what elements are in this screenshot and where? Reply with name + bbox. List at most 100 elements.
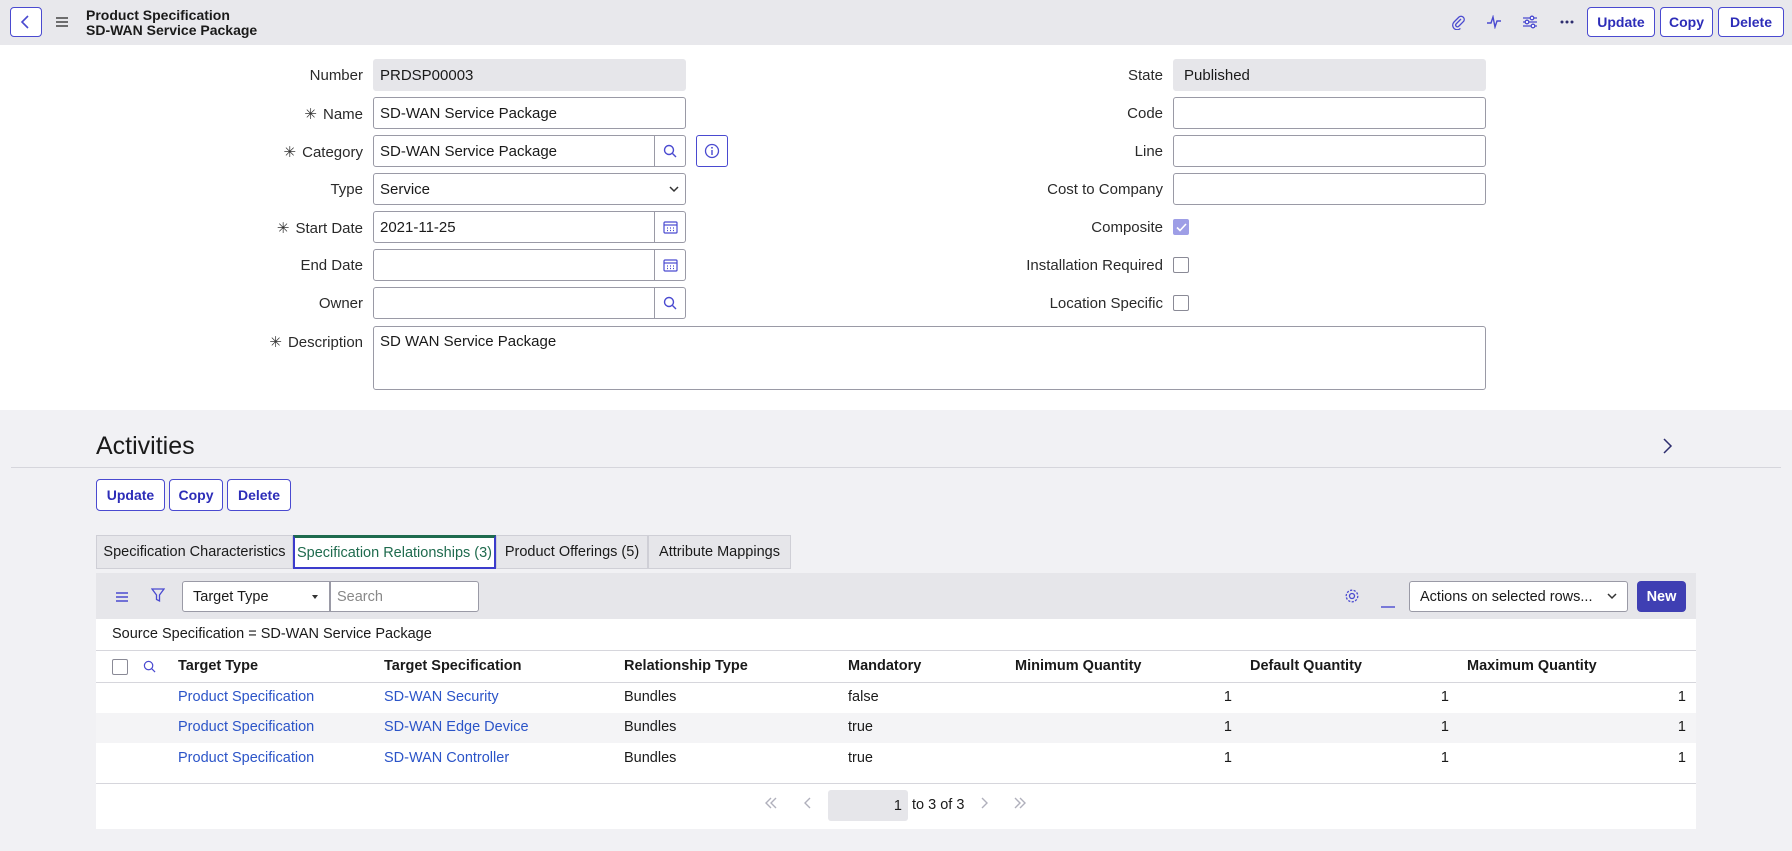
activity-pulse-icon[interactable]: [1484, 12, 1504, 32]
search-field-select[interactable]: Target Type: [182, 581, 330, 612]
activities-heading: Activities: [96, 432, 195, 460]
owner-input[interactable]: [373, 287, 655, 319]
start-date-input[interactable]: 2021-11-25: [373, 211, 655, 243]
page-range-text: to 3 of 3: [912, 797, 965, 813]
row-maximum-quantity: 1: [1677, 750, 1686, 766]
activities-update-button[interactable]: Update: [96, 479, 165, 511]
row-default-quantity: 1: [1440, 689, 1449, 705]
column-header-minimum-quantity[interactable]: Minimum Quantity: [1015, 658, 1141, 674]
row-mandatory: true: [848, 750, 873, 766]
row-maximum-quantity: 1: [1677, 689, 1686, 705]
actions-on-selected-rows-select[interactable]: Actions on selected rows...: [1409, 581, 1628, 612]
row-mandatory: false: [848, 689, 879, 705]
search-field-value: Target Type: [193, 588, 269, 605]
caret-down-icon: [312, 594, 318, 599]
activities-copy-button[interactable]: Copy: [169, 479, 223, 511]
row-relationship-type: Bundles: [624, 750, 677, 766]
installation-required-label: Installation Required: [1026, 257, 1163, 274]
category-lookup-button[interactable]: [655, 135, 686, 167]
copy-button[interactable]: Copy: [1660, 7, 1713, 37]
row-relationship-type: Bundles: [624, 689, 677, 705]
installation-required-checkbox[interactable]: [1173, 257, 1189, 273]
new-button[interactable]: New: [1637, 581, 1686, 612]
type-select[interactable]: Service: [373, 173, 686, 205]
description-textarea[interactable]: SD WAN Service Package: [373, 326, 1486, 390]
attachment-icon[interactable]: [1448, 12, 1468, 32]
location-specific-checkbox[interactable]: [1173, 295, 1189, 311]
column-search-icon[interactable]: [143, 660, 156, 677]
cost-to-company-label: Cost to Company: [1047, 181, 1163, 198]
activities-expand-button[interactable]: [1661, 437, 1673, 459]
row-minimum-quantity: 1: [1223, 719, 1232, 735]
tab-attribute-mappings[interactable]: Attribute Mappings: [648, 535, 791, 569]
description-label: ✳ Description: [269, 334, 363, 351]
row-target-specification-link[interactable]: SD-WAN Security: [384, 689, 499, 705]
required-icon: ✳: [304, 106, 317, 123]
back-button[interactable]: [10, 7, 42, 37]
column-header-target-type[interactable]: Target Type: [178, 658, 258, 674]
list-search-input[interactable]: Search: [330, 581, 479, 612]
first-page-icon[interactable]: [764, 797, 778, 812]
row-relationship-type: Bundles: [624, 719, 677, 735]
update-button[interactable]: Update: [1587, 7, 1655, 37]
category-label: ✳ Category: [283, 144, 363, 161]
info-icon: [704, 143, 720, 159]
owner-label: Owner: [318, 295, 363, 312]
cost-to-company-input[interactable]: [1173, 173, 1486, 205]
column-header-mandatory[interactable]: Mandatory: [848, 658, 921, 674]
name-input[interactable]: SD-WAN Service Package: [373, 97, 686, 129]
table-row: Product Specification SD-WAN Controller …: [96, 744, 1696, 774]
name-label: ✳ Name: [304, 106, 363, 123]
category-info-button[interactable]: [696, 135, 728, 167]
row-maximum-quantity: 1: [1677, 719, 1686, 735]
list-settings-gear-icon[interactable]: [1344, 588, 1360, 608]
list-menu-icon[interactable]: [115, 590, 129, 607]
select-all-checkbox[interactable]: [112, 659, 128, 675]
chevron-down-icon: [669, 185, 679, 192]
row-target-specification-link[interactable]: SD-WAN Controller: [384, 750, 509, 766]
list-filter-breadcrumb[interactable]: Source Specification = SD-WAN Service Pa…: [112, 626, 432, 642]
required-icon: ✳: [276, 220, 290, 237]
category-input[interactable]: SD-WAN Service Package: [373, 135, 655, 167]
column-header-default-quantity[interactable]: Default Quantity: [1250, 658, 1362, 674]
tab-product-offerings[interactable]: Product Offerings (5): [496, 535, 648, 569]
start-date-label: ✳ Start Date: [276, 220, 363, 237]
filter-icon[interactable]: [150, 588, 166, 607]
tab-specification-relationships[interactable]: Specification Relationships (3): [293, 535, 496, 569]
end-date-input[interactable]: [373, 249, 655, 281]
more-options-icon[interactable]: [1557, 12, 1577, 32]
column-header-maximum-quantity[interactable]: Maximum Quantity: [1467, 658, 1597, 674]
required-icon: ✳: [269, 334, 282, 351]
column-header-target-specification[interactable]: Target Specification: [384, 658, 522, 674]
composite-checkbox[interactable]: [1173, 219, 1189, 235]
line-input[interactable]: [1173, 135, 1486, 167]
row-target-type-link[interactable]: Product Specification: [178, 750, 314, 766]
row-target-type-link[interactable]: Product Specification: [178, 689, 314, 705]
hamburger-menu-icon[interactable]: [52, 12, 72, 32]
last-page-icon[interactable]: [1013, 797, 1027, 812]
delete-button[interactable]: Delete: [1718, 7, 1784, 37]
record-form: Number PRDSP00003 ✳ Name SD-WAN Service P…: [0, 45, 1792, 410]
start-date-calendar-button[interactable]: [655, 211, 686, 243]
end-date-calendar-button[interactable]: [655, 249, 686, 281]
previous-page-icon[interactable]: [804, 797, 812, 812]
form-header: Product Specification SD-WAN Service Pac…: [0, 0, 1792, 45]
row-minimum-quantity: 1: [1223, 689, 1232, 705]
column-header-relationship-type[interactable]: Relationship Type: [624, 658, 748, 674]
code-label: Code: [1127, 105, 1163, 122]
chevron-right-icon: [1663, 438, 1673, 454]
search-placeholder: Search: [337, 588, 383, 605]
type-label: Type: [330, 181, 363, 198]
settings-sliders-icon[interactable]: [1520, 12, 1540, 32]
collapse-minus-icon[interactable]: [1381, 595, 1395, 612]
owner-lookup-button[interactable]: [655, 287, 686, 319]
tab-specification-characteristics[interactable]: Specification Characteristics: [96, 535, 293, 569]
number-label: Number: [309, 67, 363, 84]
row-target-type-link[interactable]: Product Specification: [178, 719, 314, 735]
chevron-down-icon: [1607, 593, 1617, 600]
row-target-specification-link[interactable]: SD-WAN Edge Device: [384, 719, 529, 735]
page-number-input[interactable]: 1: [828, 790, 908, 821]
activities-delete-button[interactable]: Delete: [227, 479, 291, 511]
code-input[interactable]: [1173, 97, 1486, 129]
next-page-icon[interactable]: [980, 797, 988, 812]
